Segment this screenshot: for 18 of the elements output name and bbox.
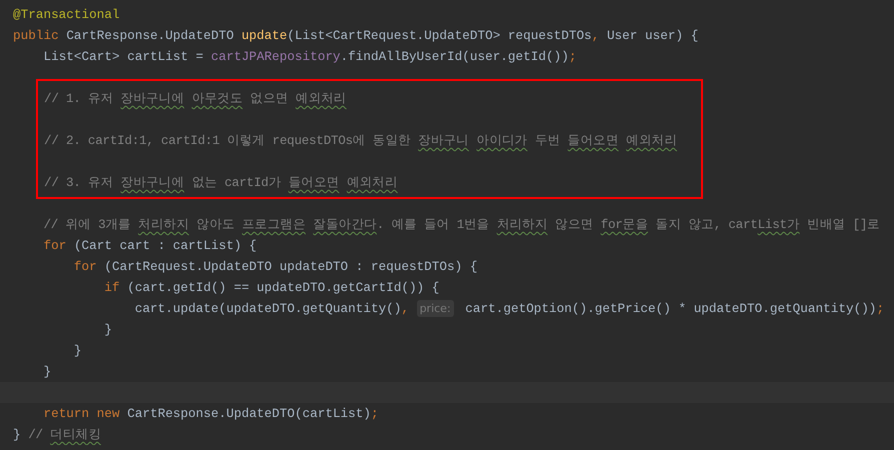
code-line: List<Cart> cartList = cartJPARepository.findAllByUserId(user.getId());: [43, 48, 576, 66]
code-line: if (cart.getId() == updateDTO.getCartId()) {: [104, 279, 440, 297]
code-line: @Transactional: [13, 6, 120, 24]
code-line: // 1. 유저 장바구니에 아무것도 없으면 예외처리: [44, 90, 346, 108]
code-line: cart.getOption().getPrice() * updateDTO.getQuantity());: [465, 300, 884, 318]
code-line: // 위에 3개를 처리하지 않아도 프로그램은 잘돌아간다. 예를 들어 1번을 처리하지 않으면 for문을 돌지 않고, cartList가 빈배열 []로: [43, 216, 880, 234]
code-line: // 3. 유저 장바구니에 없는 cartId가 들어오면 예외처리: [44, 174, 398, 192]
code-line: for (Cart cart : cartList) {: [43, 237, 257, 255]
parameter-hint: price:: [416, 300, 454, 317]
code-line: // 2. cartId:1, cartId:1 이렇게 requestDTOs에 동일한 장바구니 아이디가 두번 들어오면 예외처리: [44, 132, 677, 150]
code-line: cart.update(updateDTO.getQuantity(),: [134, 300, 410, 318]
code-line: public CartResponse.UpdateDTO update(List<CartRequest.UpdateDTO> requestDTOs, User user) {: [13, 27, 698, 45]
code-line: for (CartRequest.UpdateDTO updateDTO : requestDTOs) {: [74, 258, 478, 276]
code-line: return new CartResponse.UpdateDTO(cartList);: [43, 405, 379, 423]
code-line: }: [74, 342, 82, 360]
code-line: } // 더티체킹: [13, 426, 101, 444]
code-line: }: [104, 321, 112, 339]
code-line: }: [43, 363, 52, 381]
